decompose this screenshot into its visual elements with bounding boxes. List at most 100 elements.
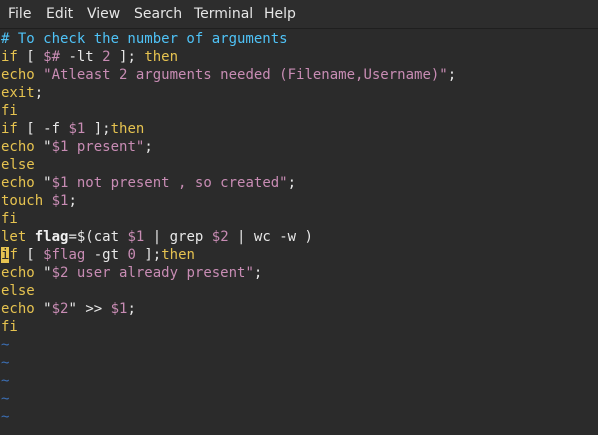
code-token: echo [1, 301, 35, 317]
code-token: fi [1, 211, 18, 227]
code-token: echo [1, 265, 35, 281]
code-token: ; [68, 193, 77, 209]
code-token: 0 [127, 247, 136, 263]
code-token: then [161, 247, 195, 263]
code-token: $2 [211, 229, 229, 245]
empty-buffer-line: ~ [1, 390, 598, 408]
code-token: $1 [68, 121, 86, 137]
code-line: fi [1, 210, 598, 228]
code-token: ]; [135, 247, 162, 263]
empty-buffer-line: ~ [1, 336, 598, 354]
code-token: then [144, 49, 179, 65]
code-token: " [43, 265, 52, 281]
code-token: -lt [60, 49, 103, 65]
code-token: 2 [102, 49, 111, 65]
code-token: fi [1, 103, 18, 119]
code-token: -gt [85, 247, 128, 263]
code-token: f [9, 247, 18, 263]
code-token: >> [76, 301, 111, 317]
code-line: # To check the number of arguments [1, 30, 598, 48]
tilde-marker: ~ [1, 391, 10, 407]
code-token: [ [17, 247, 44, 263]
code-token: else [1, 157, 35, 173]
code-token: then [110, 121, 145, 137]
code-token: " [43, 175, 52, 191]
code-token: $1 [127, 229, 145, 245]
code-line: echo "$1 not present , so created"; [1, 174, 598, 192]
code-token: ; [34, 85, 44, 101]
code-line: echo "$2 user already present"; [1, 264, 598, 282]
menu-view[interactable]: View [87, 5, 120, 23]
code-line: fi [1, 102, 598, 120]
menu-help[interactable]: Help [264, 5, 296, 23]
code-line: else [1, 156, 598, 174]
code-token: ]; [110, 49, 145, 65]
editor-text-area[interactable]: # To check the number of arguments if [ $… [1, 30, 598, 435]
empty-buffer-line: ~ [1, 408, 598, 426]
code-token: $2 [51, 265, 69, 281]
code-token: not present , so created" [68, 175, 288, 191]
tilde-marker: ~ [1, 355, 10, 371]
menu-edit[interactable]: Edit [46, 5, 73, 23]
code-token: ; [127, 301, 136, 317]
code-token: | wc -w ) [228, 229, 313, 245]
code-line: touch $1; [1, 192, 598, 210]
code-token: # To check the number of arguments [1, 31, 288, 47]
code-line: echo "$1 present"; [1, 138, 598, 156]
code-token: $flag [43, 247, 86, 263]
code-token: [ [17, 49, 44, 65]
code-token: ; [447, 67, 457, 83]
menu-search[interactable]: Search [134, 5, 182, 23]
code-line: echo "$2" >> $1; [1, 300, 598, 318]
code-token: touch [1, 193, 44, 209]
code-token: " [43, 301, 52, 317]
code-line: if [ $# -lt 2 ]; then [1, 48, 598, 66]
code-token: echo [1, 67, 35, 83]
menu-file[interactable]: File [8, 5, 31, 23]
code-token: ]; [85, 121, 111, 137]
code-line: if [ $flag -gt 0 ];then [1, 246, 598, 264]
code-token: [ -f [17, 121, 69, 137]
code-token: $1 [51, 175, 69, 191]
code-token: if [1, 49, 18, 65]
code-token: $# [43, 49, 61, 65]
code-token: ; [144, 139, 153, 155]
code-token: "Atleast 2 arguments needed (Filename,Us… [43, 67, 448, 83]
empty-buffer-line: ~ [1, 372, 598, 390]
code-token: =$(cat [68, 229, 128, 245]
code-token: exit [1, 85, 35, 101]
code-token: if [1, 121, 18, 137]
code-line: let flag=$(cat $1 | grep $2 | wc -w ) [1, 228, 598, 246]
code-line: else [1, 282, 598, 300]
menu-bar: File Edit View Search Terminal Help [0, 0, 598, 29]
code-token: $2 [51, 301, 69, 317]
code-token: $1 [51, 193, 69, 209]
code-line: exit; [1, 84, 598, 102]
code-token: ; [287, 175, 297, 191]
code-token: " [43, 139, 52, 155]
code-line: echo "Atleast 2 arguments needed (Filena… [1, 66, 598, 84]
code-token: ; [253, 265, 263, 281]
empty-buffer-line: ~ [1, 354, 598, 372]
code-token: $1 [51, 139, 69, 155]
code-token: let [1, 229, 27, 245]
tilde-marker: ~ [1, 409, 10, 425]
tilde-marker: ~ [1, 337, 10, 353]
menu-terminal[interactable]: Terminal [194, 5, 253, 23]
code-token: fi [1, 319, 18, 335]
code-line: if [ -f $1 ];then [1, 120, 598, 138]
code-token: user already present" [68, 265, 254, 281]
tilde-marker: ~ [1, 373, 10, 389]
code-token: " [68, 301, 77, 317]
code-token: flag [34, 229, 69, 245]
terminal-window: File Edit View Search Terminal Help # To… [0, 0, 598, 435]
code-token: present" [68, 139, 145, 155]
code-token: $1 [110, 301, 128, 317]
code-token: | grep [144, 229, 212, 245]
